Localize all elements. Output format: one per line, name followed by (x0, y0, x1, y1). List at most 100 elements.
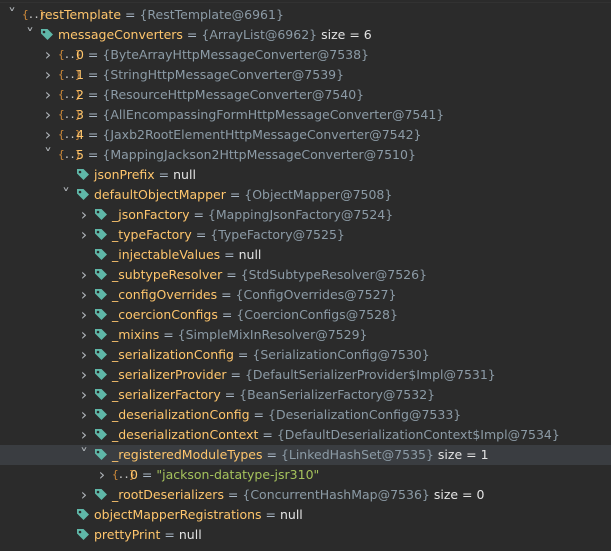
tree-row[interactable]: › _serializerProvider = {DefaultSerialize… (0, 365, 611, 385)
variable-name: _deserializationContext (112, 427, 259, 442)
tree-row[interactable]: › {..} 1 = {StringHttpMessageConverter@753… (0, 65, 611, 85)
tree-row[interactable]: › _subtypeResolver = {StdSubtypeResolver@… (0, 265, 611, 285)
variable-name: defaultObjectMapper (94, 187, 226, 202)
equals-sign: = (261, 507, 280, 522)
field-tag-icon (94, 408, 108, 422)
variable-name: 2 (76, 87, 84, 102)
chevron-right-icon[interactable]: › (96, 465, 108, 485)
tree-row[interactable]: › _jsonFactory = {MappingJsonFactory@7524… (0, 205, 611, 225)
null-value: null (279, 507, 303, 522)
variable-value: {DefaultDeserializationContext$Impl@7534… (276, 427, 560, 442)
row-text: 4 = {Jaxb2RootElementHttpMessageConverte… (76, 125, 421, 145)
chevron-down-icon[interactable]: ˅ (78, 445, 90, 465)
chevron-right-icon[interactable]: › (78, 225, 90, 245)
field-tag-icon (94, 248, 108, 262)
tree-row[interactable]: › _deserializationContext = {DefaultDeser… (0, 425, 611, 445)
variable-name: _deserializationConfig (112, 407, 250, 422)
row-text: _subtypeResolver = {StdSubtypeResolver@7… (112, 265, 427, 285)
variable-name: _typeFactory (112, 227, 192, 242)
variable-value: {BeanSerializerFactory@7532} (239, 387, 436, 402)
equals-sign: = (249, 407, 268, 422)
chevron-right-icon[interactable]: › (42, 85, 54, 105)
tree-row[interactable]: › _mixins = {SimpleMixInResolver@7529} (0, 325, 611, 345)
tree-row[interactable]: › _typeFactory = {TypeFactory@7525} (0, 225, 611, 245)
variable-name: _registeredModuleTypes (112, 447, 263, 462)
tree-row[interactable]: › {..} 2 = {ResourceHttpMessageConverter@7… (0, 85, 611, 105)
field-tag-icon (94, 288, 108, 302)
equals-sign: = (191, 227, 211, 242)
tree-row[interactable]: › {..} 0 = {ByteArrayHttpMessageConverter@… (0, 45, 611, 65)
row-text: prettyPrint = null (94, 525, 202, 545)
chevron-right-icon[interactable]: › (78, 425, 90, 445)
chevron-right-icon[interactable]: › (78, 405, 90, 425)
tree-row[interactable]: ˅ _registeredModuleTypes = {LinkedHashSet… (0, 445, 611, 465)
tree-row[interactable]: ˅ messageConverters = {ArrayList@6962} si… (0, 25, 611, 45)
variable-name: 0 (76, 47, 84, 62)
variable-value: {SerializationConfig@7530} (252, 347, 430, 362)
chevron-right-icon[interactable]: › (78, 305, 90, 325)
chevron-down-icon[interactable]: ˅ (60, 185, 72, 205)
field-tag-icon (94, 488, 108, 502)
tree-row[interactable]: ˅ {..} restTemplate = {RestTemplate@6961} (0, 5, 611, 25)
chevron-right-icon[interactable]: › (78, 205, 90, 225)
array-icon: {..} (58, 48, 82, 61)
tree-row[interactable]: › _rootDeserializers = {ConcurrentHashMap… (0, 485, 611, 505)
chevron-right-icon[interactable]: › (42, 105, 54, 125)
tree-row[interactable]: › _configOverrides = {ConfigOverrides@752… (0, 285, 611, 305)
variable-value: {LinkedHashSet@7535} (280, 447, 434, 462)
variable-name: 1 (76, 67, 84, 82)
variable-name: objectMapperRegistrations (94, 507, 262, 522)
tree-row[interactable]: _injectableValues = null (0, 245, 611, 265)
tree-row[interactable]: › _deserializationConfig = {Deserializati… (0, 405, 611, 425)
chevron-right-icon[interactable]: › (78, 385, 90, 405)
row-text: _mixins = {SimpleMixInResolver@7529} (112, 325, 367, 345)
tree-row[interactable]: › _serializationConfig = {SerializationCo… (0, 345, 611, 365)
variable-value: {RestTemplate@6961} (139, 7, 284, 22)
variable-value: {MappingJackson2HttpMessageConverter@751… (102, 147, 416, 162)
equals-sign: = (154, 167, 174, 182)
equals-sign: = (83, 87, 103, 102)
tree-row[interactable]: objectMapperRegistrations = null (0, 505, 611, 525)
chevron-right-icon[interactable]: › (78, 485, 90, 505)
row-text: 0 = {ByteArrayHttpMessageConverter@7538} (76, 45, 369, 65)
array-icon: {..} (58, 68, 82, 81)
variable-name: _serializerFactory (112, 387, 221, 402)
tree-row[interactable]: › {..} 0 = "jackson-datatype-jsr310" (0, 465, 611, 485)
variable-value: {DeserializationConfig@7533} (268, 407, 462, 422)
string-value: "jackson-datatype-jsr310" (156, 467, 320, 482)
tree-row[interactable]: ˅ {..} 5 = {MappingJackson2HttpMessageConv… (0, 145, 611, 165)
tree-row[interactable]: ˅ defaultObjectMapper = {ObjectMapper@750… (0, 185, 611, 205)
tree-row[interactable]: › _coercionConfigs = {CoercionConfigs@752… (0, 305, 611, 325)
tree-row[interactable]: prettyPrint = null (0, 525, 611, 545)
equals-sign: = (159, 327, 178, 342)
variable-name: _serializerProvider (112, 367, 227, 382)
chevron-down-icon[interactable]: ˅ (6, 5, 18, 25)
tree-row[interactable]: › {..} 4 = {Jaxb2RootElementHttpMessageCon… (0, 125, 611, 145)
chevron-right-icon[interactable]: › (42, 45, 54, 65)
variable-value: {CoercionConfigs@7528} (236, 307, 398, 322)
chevron-right-icon[interactable]: › (42, 65, 54, 85)
row-text: jsonPrefix = null (94, 165, 196, 185)
variable-name: prettyPrint (94, 527, 161, 542)
variable-value: {ConcurrentHashMap@7536} (242, 487, 430, 502)
chevron-right-icon[interactable]: › (78, 265, 90, 285)
chevron-down-icon[interactable]: ˅ (42, 145, 54, 165)
chevron-right-icon[interactable]: › (78, 365, 90, 385)
chevron-right-icon[interactable]: › (78, 325, 90, 345)
variable-value: {ResourceHttpMessageConverter@7540} (102, 87, 365, 102)
chevron-right-icon[interactable]: › (78, 285, 90, 305)
tree-row[interactable]: jsonPrefix = null (0, 165, 611, 185)
chevron-right-icon[interactable]: › (42, 125, 54, 145)
variable-value: {ObjectMapper@7508} (244, 187, 393, 202)
row-text: _deserializationConfig = {Deserializatio… (112, 405, 461, 425)
equals-sign: = (220, 387, 240, 402)
row-text: _serializerProvider = {DefaultSerializer… (112, 365, 496, 385)
variable-value: {SimpleMixInResolver@7529} (177, 327, 368, 342)
chevron-right-icon[interactable]: › (78, 345, 90, 365)
variable-name: _configOverrides (112, 287, 218, 302)
field-tag-icon (94, 228, 108, 242)
tree-row[interactable]: › {..} 3 = {AllEncompassingFormHttpMessage… (0, 105, 611, 125)
tree-row[interactable]: › _serializerFactory = {BeanSerializerFac… (0, 385, 611, 405)
chevron-down-icon[interactable]: ˅ (24, 25, 36, 45)
variable-name: _mixins (112, 327, 160, 342)
